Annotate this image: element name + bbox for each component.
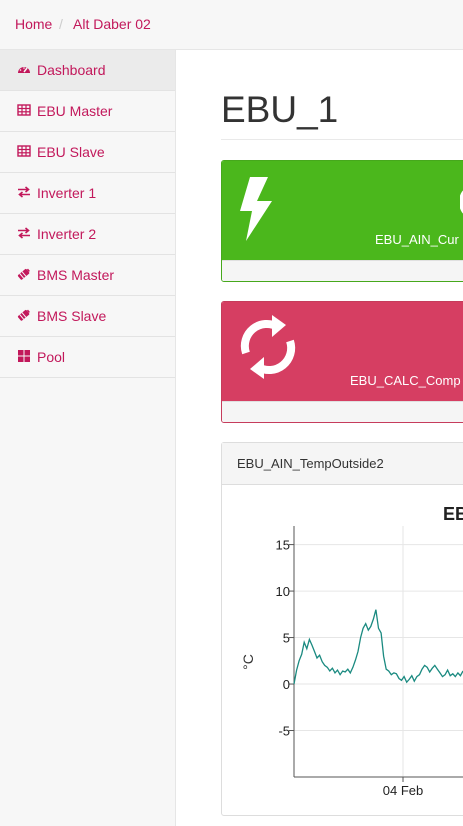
sidebar-item-inverter-2[interactable]: Inverter 2 bbox=[0, 214, 175, 255]
card-footer[interactable] bbox=[222, 401, 463, 422]
card-label: EBU_CALC_Comp bbox=[350, 373, 461, 388]
y-axis-ticks: 15 10 5 0 -5 bbox=[276, 538, 294, 739]
x-axis-ticks: 04 Feb bbox=[383, 777, 423, 798]
panel-header: EBU_AIN_TempOutside2 bbox=[222, 443, 463, 485]
panel-title: EBU_AIN_TempOutside2 bbox=[237, 456, 384, 471]
sidebar-item-ebu-slave[interactable]: EBU Slave bbox=[0, 132, 175, 173]
ebu-calc-comp-card[interactable]: EBU_CALC_Comp bbox=[221, 301, 463, 423]
breadcrumb-separator: / bbox=[59, 16, 63, 32]
dashboard-icon bbox=[18, 67, 30, 73]
y-tick-label: -5 bbox=[278, 724, 290, 739]
breadcrumb-home-link[interactable]: Home bbox=[15, 16, 52, 33]
ebu-ain-cur-card[interactable]: EBU_AIN_Cur bbox=[221, 160, 463, 282]
sidebar-item-label: Inverter 2 bbox=[37, 226, 97, 242]
card-body: EBU_AIN_Cur bbox=[222, 161, 463, 260]
bolt-icon bbox=[240, 177, 272, 241]
chart-title: EB bbox=[443, 504, 463, 524]
exchange-icon bbox=[18, 186, 30, 198]
chart-grid bbox=[294, 526, 463, 777]
refresh-icon bbox=[240, 315, 296, 379]
chart-axes bbox=[293, 526, 463, 778]
battery-icon bbox=[17, 268, 30, 280]
sidebar-item-bms-master[interactable]: BMS Master bbox=[0, 255, 175, 296]
temperature-chart: EB °C 15 10 5 0 -5 04 Feb bbox=[240, 504, 463, 798]
grid-icon bbox=[18, 350, 30, 362]
sidebar-item-bms-slave[interactable]: BMS Slave bbox=[0, 296, 175, 337]
card-footer[interactable] bbox=[222, 260, 463, 281]
sidebar-item-label: Inverter 1 bbox=[37, 185, 97, 201]
card-body: EBU_CALC_Comp bbox=[222, 302, 463, 401]
sidebar-item-label: BMS Slave bbox=[37, 308, 107, 324]
sidebar-item-label: EBU Master bbox=[37, 103, 113, 119]
breadcrumb-current[interactable]: Alt Daber 02 bbox=[73, 16, 151, 33]
y-tick-label: 15 bbox=[276, 538, 290, 553]
sidebar-item-label: Dashboard bbox=[37, 62, 106, 78]
x-tick-label: 04 Feb bbox=[383, 783, 423, 798]
exchange-icon bbox=[18, 227, 30, 239]
temperature-series-line bbox=[293, 609, 463, 685]
card-label: EBU_AIN_Cur bbox=[375, 232, 459, 247]
sidebar-item-label: EBU Slave bbox=[37, 144, 105, 160]
sidebar: Dashboard EBU Master EBU Slave Inverter … bbox=[0, 50, 176, 826]
chart-series bbox=[293, 609, 463, 685]
sidebar-item-inverter-1[interactable]: Inverter 1 bbox=[0, 173, 175, 214]
title-divider bbox=[221, 139, 463, 140]
battery-icon bbox=[17, 309, 30, 321]
breadcrumb: Home / Alt Daber 02 bbox=[0, 0, 463, 50]
y-tick-label: 0 bbox=[283, 677, 290, 692]
table-icon bbox=[17, 104, 31, 116]
table-icon bbox=[17, 145, 31, 157]
page-title: EBU_1 bbox=[221, 89, 339, 130]
sidebar-item-dashboard[interactable]: Dashboard bbox=[0, 50, 175, 91]
sidebar-item-pool[interactable]: Pool bbox=[0, 337, 175, 378]
y-tick-label: 10 bbox=[276, 584, 290, 599]
sidebar-item-label: BMS Master bbox=[37, 267, 115, 283]
sidebar-item-ebu-master[interactable]: EBU Master bbox=[0, 91, 175, 132]
sidebar-item-label: Pool bbox=[37, 349, 66, 365]
y-axis-label: °C bbox=[240, 654, 256, 670]
y-tick-label: 5 bbox=[283, 631, 290, 646]
